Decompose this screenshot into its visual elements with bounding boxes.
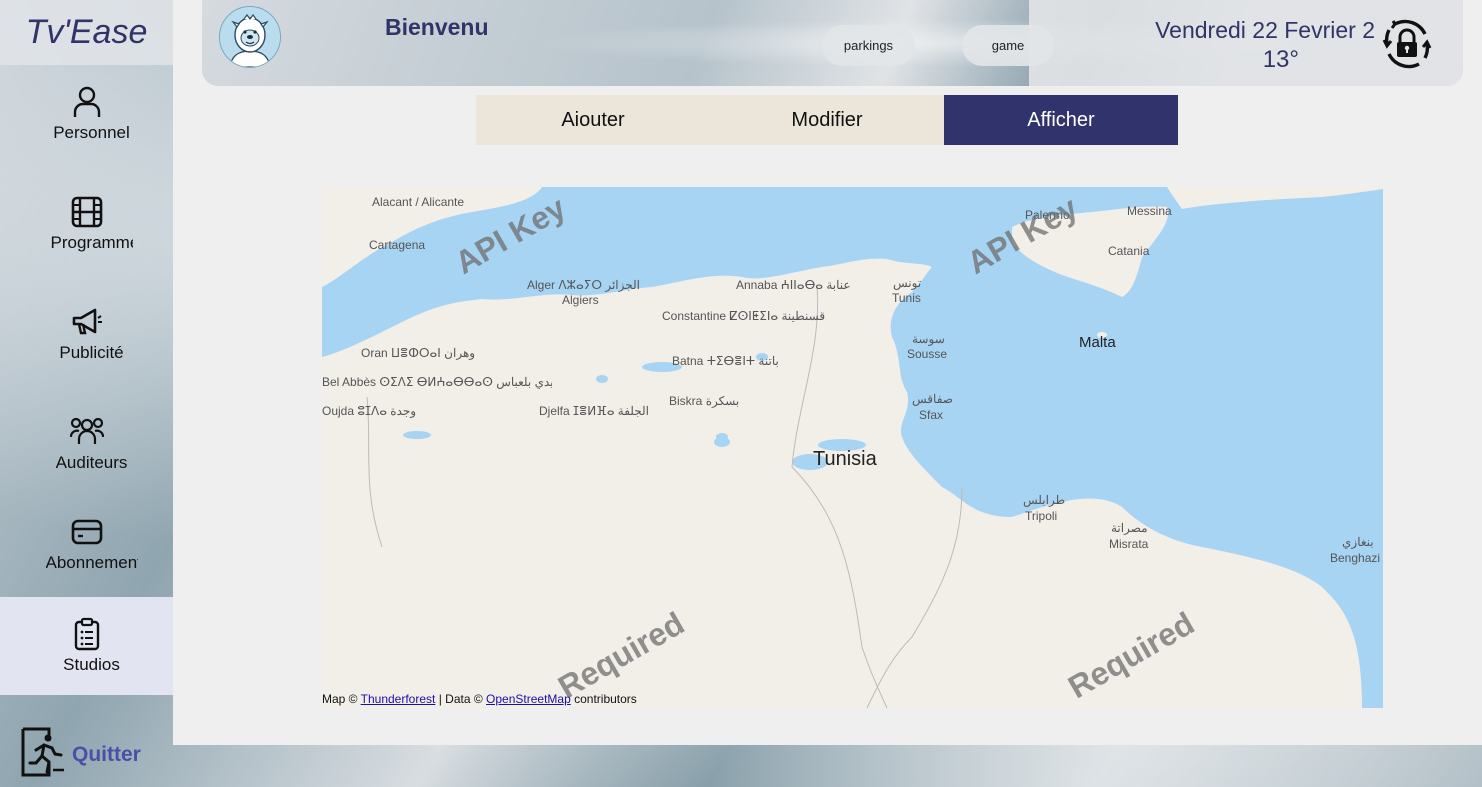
film-icon [70,195,104,229]
map-label: طرابلس [1023,493,1066,507]
map-label: Tripoli [1025,509,1058,523]
map-label: Bel Abbès ⵙⵉⴷⵉ ⴱⵍⵄⴰⴱⴱⴰⵙ سيدي بلعباس [322,375,552,389]
tab-label: Modifier [791,108,863,131]
date-text: Vendredi 22 Fevrier 2 [1155,17,1375,43]
logo-box: Tv'Ease [0,0,173,65]
tab-label: Afficher [1027,108,1095,131]
map-label: Sfax [919,408,944,422]
map-view[interactable]: Alacant / Alicante Cartagena Palermo Mes… [322,187,1383,708]
attribution-prefix: Map © [322,692,358,706]
sidebar-item-label: Auditeurs [55,453,128,472]
sidebar-item-label: Publicité [59,343,124,362]
temperature-text: 13° [1262,46,1299,73]
map-label: Alacant / Alicante [372,195,465,209]
map-label: Messina [1127,204,1172,218]
map-label: Benghazi [1330,551,1381,565]
map-label: Sousse [907,347,948,361]
map-label: Algiers [562,293,599,307]
app-logo: Tv'Ease [25,13,148,51]
map-label: Misrata [1109,537,1149,551]
parkings-button[interactable]: parkings [822,25,915,66]
clipboard-icon [70,617,104,651]
map-label: Djelfa ⵊⴻⵍⴼⴰ الجلفة [539,404,650,418]
parkings-label: parkings [843,38,894,53]
map-label: Alger ⴷⵣⴰⵢⵔ الجزائر [527,278,640,292]
map-label: Cartagena [369,238,426,252]
map-label: Tunisia [813,448,877,470]
map-label: Oran ⵡⴻⵀⵔⴰⵏ وهران [361,346,476,360]
sidebar-item-personnel[interactable]: Personnel [0,65,173,163]
tab-modifier[interactable]: Modifier [710,95,944,145]
tab-ajouter[interactable]: Aiouter [476,95,710,145]
tab-label: Aiouter [561,108,625,131]
welcome-text: Bienvenu [385,14,489,40]
map-label: Annaba ⵄⵏⵏⴰⴱⴰ عنابة [736,278,851,292]
sidebar-item-publicite[interactable]: Publicité [0,285,173,383]
card-icon [70,515,104,549]
sidebar-item-label: Studios [63,655,120,674]
tab-bar: Aiouter Modifier Afficher [476,95,1178,145]
quit-label: Quitter [72,742,141,766]
sidebar: Tv'Ease Personnel Programmes Publicité A… [0,0,173,787]
sidebar-item-studios[interactable]: Studios [0,597,173,695]
sidebar-item-label: Abonnements [45,553,138,572]
map-label: Batna ⵜⵉⴱⴻⵏⵜ باتنة [672,354,779,368]
map-label: مصراتة [1111,521,1148,535]
background-strip [173,745,1482,787]
megaphone-icon [70,305,104,339]
map-attribution: Map © Thunderforest | Data © OpenStreetM… [322,690,637,708]
game-button[interactable]: game [962,25,1054,66]
map-label: سوسة [912,332,945,346]
sidebar-item-auditeurs[interactable]: Auditeurs [0,395,173,493]
person-icon [70,85,104,119]
main-panel: Bienvenu parkings game Vendredi 22 Fevri… [173,0,1482,745]
sidebar-item-programmes[interactable]: Programmes [0,175,173,273]
avatar[interactable] [219,6,281,68]
map-label: Constantine ⵇⵙⵏⵟⵉⵏⴰ قسنطينة [662,309,826,323]
map-label: Catania [1108,244,1150,258]
sidebar-item-abonnements[interactable]: Abonnements [0,495,173,593]
lock-refresh-icon[interactable] [1381,18,1433,70]
attribution-suffix: contributors [574,692,637,706]
map-label: تونس [893,276,922,290]
attribution-middle: | Data © [438,692,483,706]
map-label: Malta [1079,334,1116,351]
game-label: game [991,38,1025,53]
quit-button[interactable]: Quitter [20,726,141,783]
tab-afficher[interactable]: Afficher [944,95,1178,145]
sidebar-item-label: Personnel [53,123,130,142]
map-label: صفاقس [912,392,953,406]
exit-icon [20,726,66,783]
users-icon [69,415,104,449]
thunderforest-link[interactable]: Thunderforest [361,692,436,706]
sidebar-item-label: Programmes [50,233,133,252]
map-label: Tunis [892,291,921,305]
map-label: بنغازي [1342,535,1374,549]
openstreetmap-link[interactable]: OpenStreetMap [486,692,571,706]
map-label: Oujda ⵓⵊⴷⴰ وجدة [322,404,417,418]
map-label: Biskra بسكرة [669,394,740,408]
header: Bienvenu parkings game Vendredi 22 Fevri… [202,0,1463,86]
